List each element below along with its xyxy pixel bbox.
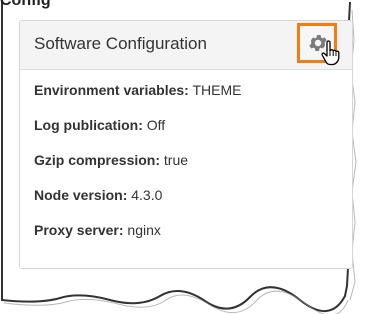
- config-row-gzip-compression: Gzip compression: true: [34, 152, 338, 180]
- config-key: Log publication:: [34, 117, 143, 133]
- config-value: 4.3.0: [131, 187, 163, 203]
- config-row-proxy-server: Proxy server: nginx: [34, 222, 338, 250]
- config-row-node-version: Node version: 4.3.0: [34, 187, 338, 215]
- config-value: THEME: [192, 82, 242, 98]
- config-row-log-publication: Log publication: Off: [34, 117, 338, 145]
- header-fragment: Config: [0, 0, 51, 9]
- config-value: nginx: [127, 222, 161, 238]
- screenshot-stage: Config Software Configuration Environmen…: [0, 0, 377, 314]
- config-row-environment-variables: Environment variables: THEME: [34, 82, 338, 110]
- settings-button[interactable]: [297, 23, 340, 66]
- panel-body: Environment variables: THEME Log publica…: [20, 70, 352, 250]
- panel-title: Software Configuration: [34, 34, 207, 53]
- config-value: Off: [146, 117, 166, 133]
- config-value: true: [163, 152, 189, 168]
- panel-header: Software Configuration: [20, 21, 352, 70]
- config-key: Environment variables:: [34, 82, 189, 98]
- hand-pointer-icon: [321, 40, 340, 66]
- config-key: Gzip compression:: [34, 152, 161, 168]
- software-configuration-panel: Software Configuration Environment varia…: [19, 20, 353, 269]
- config-key: Node version:: [34, 187, 128, 203]
- config-key: Proxy server:: [34, 222, 124, 238]
